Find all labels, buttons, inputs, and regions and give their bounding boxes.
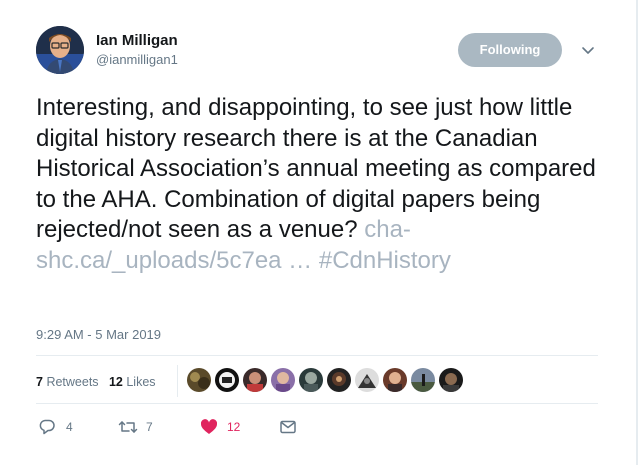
reply-button[interactable]: 4 — [38, 416, 84, 438]
retweet-count: 7 — [146, 420, 153, 434]
author-avatar[interactable] — [36, 26, 84, 74]
retweet-button[interactable]: 7 — [118, 416, 158, 438]
likes-stat[interactable]: 12 Likes — [109, 375, 156, 389]
direct-message-button[interactable] — [279, 416, 299, 438]
tweet-timestamp[interactable]: 9:29 AM - 5 Mar 2019 — [36, 327, 161, 343]
tweet-body: Interesting, and disappointing, to see j… — [36, 94, 596, 244]
liker-avatar[interactable] — [383, 368, 407, 392]
liker-avatar[interactable] — [187, 368, 211, 392]
retweets-label: Retweets — [46, 375, 99, 389]
tweet-text: Interesting, and disappointing, to see j… — [36, 93, 606, 277]
divider-bottom — [36, 403, 598, 404]
author-name[interactable]: Ian Milligan — [96, 32, 178, 50]
message-icon — [280, 420, 296, 434]
following-button[interactable]: Following — [458, 33, 562, 67]
author-avatar-image — [36, 26, 84, 74]
reply-count: 4 — [66, 420, 73, 434]
liker-avatar[interactable] — [215, 368, 239, 392]
liker-avatar[interactable] — [299, 368, 323, 392]
liker-avatar[interactable] — [355, 368, 379, 392]
heart-icon — [200, 419, 218, 434]
reply-icon — [39, 419, 55, 435]
tweet-stats: 7 Retweets 12 Likes — [36, 369, 156, 395]
chevron-down-icon[interactable] — [581, 43, 595, 57]
likes-label: Likes — [126, 375, 156, 389]
retweets-count: 7 — [36, 375, 43, 389]
divider-top — [36, 355, 598, 356]
liker-avatar[interactable] — [439, 368, 463, 392]
like-count: 12 — [227, 420, 241, 434]
tweet-hashtag[interactable]: #CdnHistory — [319, 247, 451, 274]
liker-avatar[interactable] — [411, 368, 435, 392]
liker-avatar[interactable] — [327, 368, 351, 392]
liker-avatar[interactable] — [243, 368, 267, 392]
stats-separator — [177, 365, 178, 397]
retweets-stat[interactable]: 7 Retweets — [36, 375, 99, 389]
liker-avatar[interactable] — [271, 368, 295, 392]
likes-count: 12 — [108, 375, 123, 389]
author-handle[interactable]: @ianmilligan1 — [96, 52, 178, 68]
like-button[interactable]: 12 — [200, 416, 248, 438]
retweet-icon — [118, 421, 138, 433]
